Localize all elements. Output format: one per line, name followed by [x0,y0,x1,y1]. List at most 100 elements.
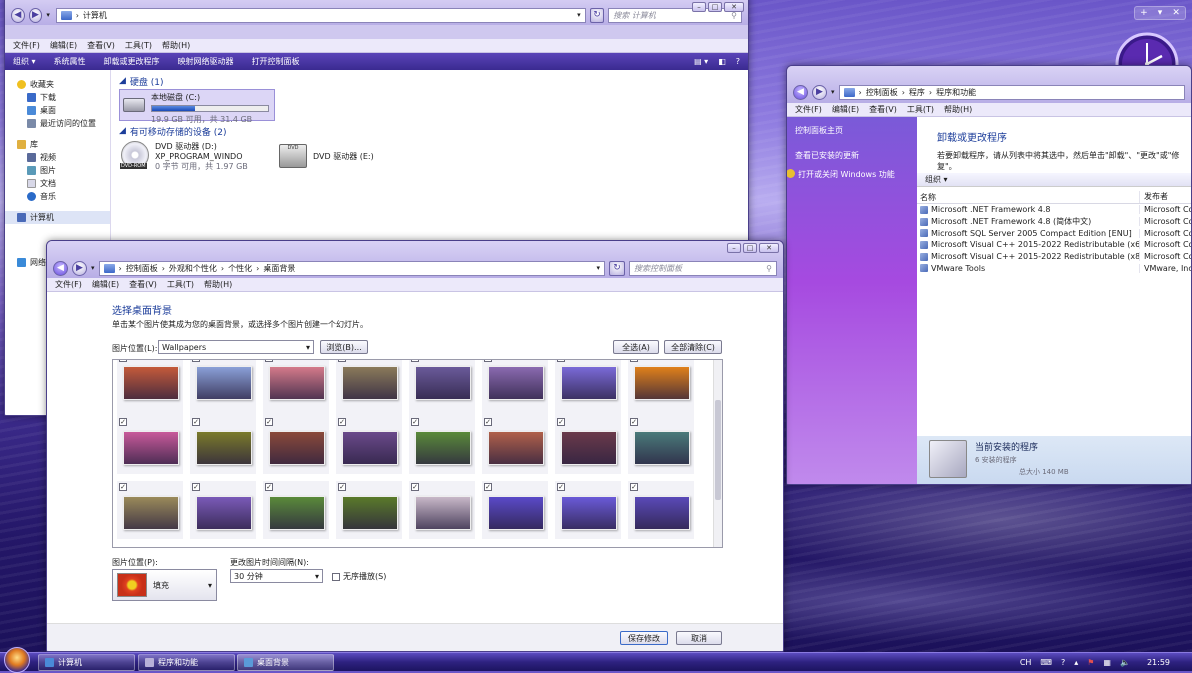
wallpaper-checkbox[interactable]: ✓ [192,360,200,362]
table-row[interactable]: Microsoft Visual C++ 2015-2022 Redistrib… [917,239,1191,251]
gadget-toolbar[interactable]: + ▾ ✕ [1134,6,1186,20]
wallpaper-checkbox[interactable]: ✓ [484,360,492,362]
wallpaper-thumbnail[interactable] [342,431,398,465]
wallpaper-checkbox[interactable]: ✓ [119,483,127,491]
menu-edit[interactable]: 编辑(E) [832,104,859,115]
view-options-icon[interactable]: ▤ ▾ [694,57,708,66]
wallpaper-thumbnail[interactable] [269,366,325,400]
wallpaper-thumbnail[interactable] [196,366,252,400]
close-button[interactable]: ✕ [724,2,744,12]
programs-titlebar[interactable]: ◀ ▶ ▾ › 控制面板 › 程序 › 程序和功能 [787,66,1191,103]
wallpaper-checkbox[interactable]: ✓ [411,418,419,426]
wallpaper-thumbnail[interactable] [561,496,617,530]
help-tray-icon[interactable]: ? [1061,658,1065,667]
back-button[interactable]: ◀ [53,260,68,276]
minimize-button[interactable]: – [727,243,741,253]
wallpaper-checkbox[interactable]: ✓ [557,418,565,426]
wallpaper-checkbox[interactable]: ✓ [192,418,200,426]
maximize-button[interactable]: □ [743,243,757,253]
wallpaper-thumbnail[interactable] [196,431,252,465]
cmd-uninstall[interactable]: 卸载或更改程序 [104,56,160,67]
cmd-open-control-panel[interactable]: 打开控制面板 [252,56,300,67]
forward-button[interactable]: ▶ [812,84,827,100]
address-crumb[interactable]: 程序和功能 [936,87,976,98]
drive-c[interactable]: 本地磁盘 (C:) 19.9 GB 可用，共 31.4 GB [119,89,275,124]
wallpaper-thumbnail[interactable] [634,496,690,530]
checkbox-box[interactable] [332,572,340,581]
cancel-button[interactable]: 取消 [676,631,722,645]
cmd-organize[interactable]: 组织 ▾ [13,56,36,67]
gadget-menu-icon[interactable]: ▾ [1158,8,1163,18]
wallpaper-thumbnail[interactable] [561,366,617,400]
forward-button[interactable]: ▶ [72,260,87,276]
maximize-button[interactable]: □ [708,2,722,12]
wallpaper-thumbnail[interactable] [415,496,471,530]
wallpaper-checkbox[interactable]: ✓ [411,360,419,362]
menu-view[interactable]: 查看(V) [129,279,157,290]
explorer-address-bar[interactable]: › 计算机 ▾ [55,7,586,23]
menu-view[interactable]: 查看(V) [869,104,897,115]
explorer-titlebar[interactable]: ◀ ▶ ▾ › 计算机 ▾ ↻ 搜索 计算机 ⚲ – □ ✕ [5,0,748,25]
wallpaper-checkbox[interactable]: ✓ [411,483,419,491]
menu-tools[interactable]: 工具(T) [907,104,934,115]
menu-tools[interactable]: 工具(T) [125,40,152,51]
wallpaper-thumbnail[interactable] [269,431,325,465]
sidebar-item-pictures[interactable]: 图片 [5,164,110,177]
menu-help[interactable]: 帮助(H) [162,40,190,51]
wallpaper-checkbox[interactable]: ✓ [557,360,565,362]
scrollbar-thumb[interactable] [715,400,721,500]
gadget-add-icon[interactable]: + [1140,8,1148,18]
location-select[interactable]: Wallpapers ▾ [158,340,314,354]
keyboard-icon[interactable]: ⌨ [1040,658,1052,667]
volume-icon[interactable]: 🔈 [1120,658,1130,667]
sidebar-computer[interactable]: 计算机 [5,211,110,224]
address-crumb[interactable]: 桌面背景 [263,263,295,274]
menu-view[interactable]: 查看(V) [87,40,115,51]
wallpaper-thumbnail[interactable] [269,496,325,530]
grid-scrollbar[interactable] [713,360,722,547]
preview-pane-icon[interactable]: ◧ [718,57,726,66]
wallpaper-address-bar[interactable]: › 控制面板 › 外观和个性化 › 个性化 › 桌面背景 ▾ [98,260,605,276]
sidebar-libraries[interactable]: 库 [5,138,110,151]
wallpaper-titlebar[interactable]: ◀ ▶ ▾ › 控制面板 › 外观和个性化 › 个性化 › 桌面背景 ▾ ↻ 搜… [47,241,783,278]
column-name[interactable]: 名称 [917,191,1139,203]
wallpaper-thumbnail[interactable] [488,431,544,465]
wallpaper-thumbnail[interactable] [634,366,690,400]
hdd-section-header[interactable]: ◢ 硬盘 (1) [119,74,740,88]
sidebar-item-desktop[interactable]: 桌面 [5,104,110,117]
help-icon[interactable]: ? [736,57,740,66]
wallpaper-checkbox[interactable]: ✓ [338,483,346,491]
programs-address-bar[interactable]: › 控制面板 › 程序 › 程序和功能 [838,84,1185,100]
browse-button[interactable]: 浏览(B)... [320,340,368,354]
minimize-button[interactable]: – [692,2,706,12]
wallpaper-checkbox[interactable]: ✓ [630,360,638,362]
clock-time[interactable]: 21:59 [1147,658,1170,667]
address-crumb[interactable]: 外观和个性化 [169,263,217,274]
wallpaper-thumbnail[interactable] [415,366,471,400]
gadget-close-icon[interactable]: ✕ [1172,8,1180,18]
address-crumb[interactable]: 程序 [909,87,925,98]
address-crumb[interactable]: 控制面板 [126,263,158,274]
refresh-button[interactable]: ↻ [589,7,605,23]
wallpaper-checkbox[interactable]: ✓ [265,360,273,362]
language-indicator[interactable]: CH [1020,658,1032,667]
column-publisher[interactable]: 发布者 [1139,191,1191,203]
wallpaper-checkbox[interactable]: ✓ [119,418,127,426]
start-button[interactable] [4,647,30,673]
drive-e[interactable]: DVD DVD 驱动器 (E:) [279,144,374,168]
select-all-button[interactable]: 全选(A) [613,340,659,354]
programs-window[interactable]: ◀ ▶ ▾ › 控制面板 › 程序 › 程序和功能 文件(F) 编辑(E) 查看… [786,65,1192,485]
cmd-map-drive[interactable]: 映射网络驱动器 [178,56,234,67]
wallpaper-thumbnail[interactable] [561,431,617,465]
link-windows-features[interactable]: 打开或关闭 Windows 功能 [787,169,909,180]
table-row[interactable]: Microsoft .NET Framework 4.8 (简体中文) Micro… [917,216,1191,228]
wallpaper-checkbox[interactable]: ✓ [338,418,346,426]
wallpaper-thumbnail[interactable] [123,496,179,530]
save-button[interactable]: 保存修改 [620,631,668,645]
wallpaper-thumbnail[interactable] [488,496,544,530]
network-tray-icon[interactable]: ▦ [1103,658,1111,667]
wallpaper-checkbox[interactable]: ✓ [338,360,346,362]
menu-help[interactable]: 帮助(H) [204,279,232,290]
shuffle-checkbox[interactable]: 无序播放(S) [332,571,386,582]
menu-edit[interactable]: 编辑(E) [92,279,119,290]
